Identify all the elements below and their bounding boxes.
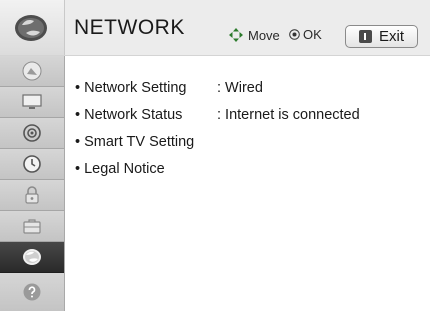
sidebar-item-picture[interactable] — [0, 56, 64, 87]
exit-key-icon — [358, 30, 372, 43]
question-icon — [23, 283, 41, 301]
ok-hint: OK — [289, 27, 322, 42]
network-menu: • Network Setting : Wired • Network Stat… — [65, 56, 430, 311]
exit-button[interactable]: Exit — [345, 25, 418, 48]
move-hint: Move — [228, 27, 280, 43]
sidebar-item-screen[interactable] — [0, 87, 64, 118]
menu-item-label: • Network Setting — [75, 80, 187, 96]
page-title: NETWORK — [74, 16, 185, 39]
exit-button-label: Exit — [378, 28, 404, 45]
ok-hint-label: OK — [303, 27, 322, 42]
network-globe-icon — [23, 249, 41, 265]
lock-icon — [25, 186, 39, 204]
briefcase-icon — [23, 219, 41, 234]
menu-item-label: • Smart TV Setting — [75, 134, 195, 150]
sidebar-item-lock[interactable] — [0, 180, 64, 211]
monitor-icon — [22, 94, 42, 109]
ok-button-icon — [289, 29, 300, 40]
picture-icon — [22, 61, 42, 81]
header-icon-cell — [0, 0, 65, 55]
network-settings-screen: NETWORK Move OK Exit • Network Setting:… — [0, 0, 430, 311]
sidebar-item-network[interactable] — [0, 242, 64, 273]
sidebar-item-support[interactable] — [0, 273, 64, 311]
menu-item-label: • Legal Notice — [75, 161, 165, 177]
menu-item-value: : Wired — [217, 80, 263, 96]
clock-icon — [23, 155, 41, 173]
move-arrows-icon — [229, 28, 243, 42]
menu-item-value: : Internet is connected — [217, 107, 360, 123]
network-globe-icon — [15, 15, 47, 41]
header-bar: NETWORK Move OK Exit — [0, 0, 430, 56]
sidebar-item-audio[interactable] — [0, 118, 64, 149]
category-sidebar — [0, 56, 65, 311]
menu-item-label: • Network Status — [75, 107, 183, 123]
speaker-icon — [23, 124, 41, 142]
sidebar-item-time[interactable] — [0, 149, 64, 180]
move-hint-label: Move — [248, 27, 280, 43]
sidebar-item-option[interactable] — [0, 211, 64, 242]
